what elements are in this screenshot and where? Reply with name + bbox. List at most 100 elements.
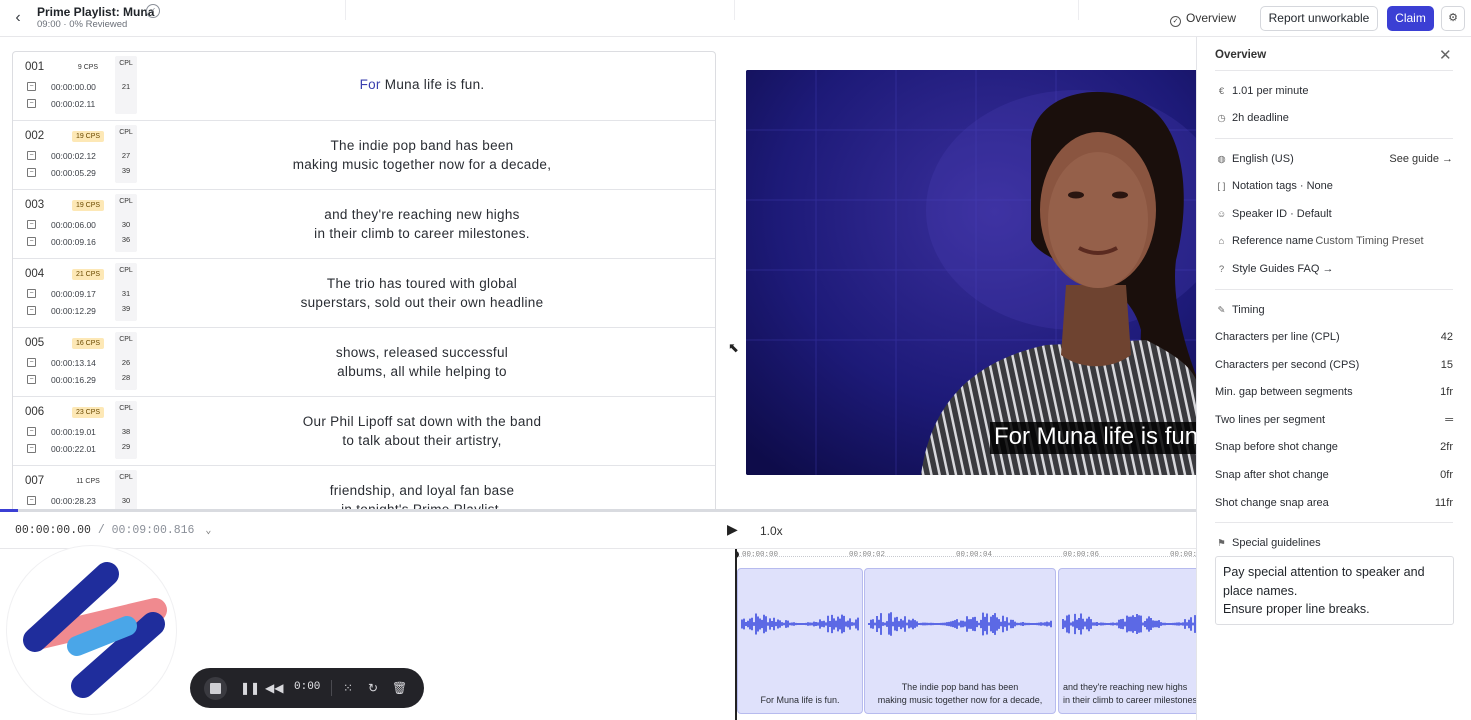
segment-start-time[interactable]: 00:00:09.17: [51, 289, 96, 299]
segment-text[interactable]: For Muna life is fun.: [153, 76, 691, 95]
timing-title: Timing: [1232, 304, 1265, 316]
segment-row[interactable]: 003 19 CPS CPL 30 36 − − 00:00:06.00 00:00:09.16…: [13, 190, 715, 259]
cpl-line2: 39: [121, 166, 131, 175]
segment-row[interactable]: 005 16 CPS CPL 26 28 − − 00:00:13.14 00:00:16.29…: [13, 328, 715, 397]
report-unworkable-button[interactable]: Report unworkable: [1260, 6, 1378, 31]
settings-icon[interactable]: ⚙: [1441, 6, 1465, 31]
segment-text[interactable]: friendship, and loyal fan base in tonight…: [153, 482, 691, 509]
segment-row[interactable]: 004 21 CPS CPL 31 39 − − 00:00:09.17 00:00:12.29…: [13, 259, 715, 328]
segment-text[interactable]: and they're reaching new highs in their c…: [153, 206, 691, 243]
tag-icon: ⌂: [1218, 236, 1225, 247]
segment-row[interactable]: 002 19 CPS CPL 27 39 − − 00:00:02.12 00:00:05.29…: [13, 121, 715, 190]
restart-icon[interactable]: ↻: [368, 679, 378, 697]
segment-row[interactable]: 001 9 CPS CPL 21 − − 00:00:00.00 00:00:02.11 For…: [13, 52, 715, 121]
set-start-icon[interactable]: −: [27, 151, 36, 160]
header-divider: [1078, 0, 1079, 20]
segment-end-time[interactable]: 00:00:02.11: [51, 99, 95, 109]
set-start-icon[interactable]: −: [27, 427, 36, 436]
claim-button[interactable]: Claim: [1387, 6, 1434, 31]
segment-line1: and they're reaching new highs: [324, 207, 520, 222]
timeline-clip[interactable]: For Muna life is fun.: [737, 568, 863, 714]
segment-line2: in their climb to career milestones.: [314, 225, 530, 241]
chevron-left-icon[interactable]: ‹: [10, 9, 26, 27]
timing-row: Snap after shot change 0fr: [1215, 469, 1453, 481]
overview-link[interactable]: ✓ Overview: [1170, 11, 1236, 27]
cps-badge: 19 CPS: [72, 200, 104, 211]
pause-icon[interactable]: ❚❚: [240, 679, 260, 697]
segment-end-time[interactable]: 00:00:22.01: [51, 444, 96, 454]
video-player[interactable]: For Muna life is fun.: [746, 70, 1198, 475]
close-icon[interactable]: ✕: [1439, 46, 1452, 64]
playback-progress-track[interactable]: [0, 509, 1196, 512]
segment-row[interactable]: 00711 CPSCPL3028−−00:00:28.23friendship,…: [13, 466, 715, 509]
clip-caption: For Muna life is fun.: [760, 695, 840, 705]
segment-end-time[interactable]: 00:00:12.29: [51, 306, 96, 316]
rate-text: 1.01 per minute: [1232, 85, 1309, 97]
clock-icon: ◷: [1217, 113, 1226, 124]
cpl-line2: 29: [121, 442, 131, 451]
timeline-clip[interactable]: The indie pop band has been making music …: [864, 568, 1056, 714]
set-end-icon[interactable]: −: [27, 168, 36, 177]
cpl-line2: 36: [121, 235, 131, 244]
set-start-icon[interactable]: −: [27, 496, 36, 505]
set-end-icon[interactable]: −: [27, 99, 36, 108]
timing-row: Snap before shot change 2fr: [1215, 441, 1453, 453]
segment-text[interactable]: Our Phil Lipoff sat down with the band to…: [153, 413, 691, 450]
timing-row: Min. gap between segments 1fr: [1215, 386, 1453, 398]
brackets-icon: [ ]: [1217, 181, 1226, 192]
segment-start-time[interactable]: 00:00:00.00: [51, 82, 96, 92]
timing-heading: ✎ Timing: [1215, 304, 1453, 316]
check-circle-icon: ✓: [1170, 16, 1181, 27]
segment-text[interactable]: shows, released successful albums, all wh…: [153, 344, 691, 381]
play-icon[interactable]: ▶: [727, 521, 741, 537]
rewind-icon[interactable]: ◀◀: [265, 679, 283, 697]
segment-end-time[interactable]: 00:00:05.29: [51, 168, 96, 178]
recorder-time: 0:00: [294, 681, 321, 693]
set-start-icon[interactable]: −: [27, 289, 36, 298]
special-guidelines-text: Pay special attention to speaker and pla…: [1215, 556, 1454, 625]
user-icon: ☺: [1216, 209, 1227, 220]
segment-text[interactable]: The indie pop band has been making music …: [153, 137, 691, 174]
segment-highlight: For: [359, 77, 381, 92]
set-end-icon[interactable]: −: [27, 237, 36, 246]
style-guides-row[interactable]: ? Style Guides FAQ →: [1215, 263, 1453, 275]
timecode-display[interactable]: 00:00:00.00 / 00:09:00.816 ⌄: [15, 524, 211, 537]
stop-recording-button[interactable]: [204, 677, 227, 700]
segment-text[interactable]: The trio has toured with global superstar…: [153, 275, 691, 312]
set-start-icon[interactable]: −: [27, 220, 36, 229]
segment-start-time[interactable]: 00:00:13.14: [51, 358, 96, 368]
cpl-line2: 39: [121, 304, 131, 313]
playhead[interactable]: [735, 549, 739, 720]
set-end-icon[interactable]: −: [27, 444, 36, 453]
divider: [1215, 289, 1453, 290]
timing-value: 15: [1440, 358, 1453, 371]
segment-line1: The trio has toured with global: [326, 276, 518, 291]
segment-list: 001 9 CPS CPL 21 − − 00:00:00.00 00:00:02.11 For…: [12, 51, 716, 509]
set-end-icon[interactable]: −: [27, 306, 36, 315]
set-end-icon[interactable]: −: [27, 375, 36, 384]
style-guides-link[interactable]: Style Guides FAQ →: [1232, 263, 1333, 275]
segment-start-time[interactable]: 00:00:06.00: [51, 220, 96, 230]
see-guide-link[interactable]: See guide →: [1389, 153, 1453, 165]
language-row: ◍ English (US) See guide →: [1215, 153, 1453, 165]
segment-row[interactable]: 006 23 CPS CPL 38 29 − − 00:00:19.01 00:00:22.01…: [13, 397, 715, 466]
waveform-timeline[interactable]: 00:00:00 00:00:02 00:00:04 00:00:06 00:0…: [735, 549, 1196, 720]
segment-start-time[interactable]: 00:00:28.23: [51, 496, 96, 506]
playback-speed[interactable]: 1.0x: [760, 524, 783, 538]
segment-end-time[interactable]: 00:00:16.29: [51, 375, 96, 385]
segment-start-time[interactable]: 00:00:02.12: [51, 151, 96, 161]
timing-label: Snap after shot change: [1215, 469, 1329, 481]
cpl-label: CPL: [119, 267, 133, 274]
grid-icon[interactable]: ⁙: [343, 679, 353, 697]
trash-icon[interactable]: 🗑: [392, 679, 407, 697]
divider: [1215, 70, 1453, 71]
timing-row: Characters per line (CPL) 42: [1215, 331, 1453, 343]
timeline-clip[interactable]: and they're reaching new highs in their c…: [1058, 568, 1196, 714]
waveform: [1062, 613, 1196, 635]
segment-end-time[interactable]: 00:00:09.16: [51, 237, 96, 247]
set-start-icon[interactable]: −: [27, 82, 36, 91]
set-start-icon[interactable]: −: [27, 358, 36, 367]
timing-row: Characters per second (CPS) 15: [1215, 359, 1453, 371]
segment-start-time[interactable]: 00:00:19.01: [51, 427, 96, 437]
language-text: English (US): [1232, 153, 1294, 165]
